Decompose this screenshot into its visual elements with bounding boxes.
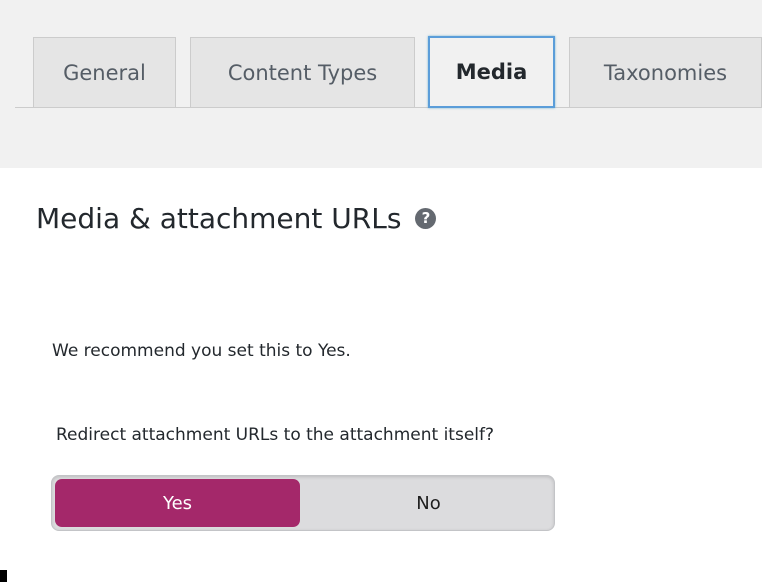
tabs-underline	[15, 107, 762, 108]
question-mark-icon[interactable]: ?	[415, 208, 437, 229]
redirect-question-label: Redirect attachment URLs to the attachme…	[56, 425, 495, 445]
redirect-attachment-toggle[interactable]: Yes No	[51, 475, 555, 531]
recommendation-text: We recommend you set this to Yes.	[52, 341, 351, 361]
tab-content-types[interactable]: Content Types	[190, 37, 415, 107]
tab-taxonomies[interactable]: Taxonomies	[569, 37, 762, 107]
tab-media[interactable]: Media	[428, 36, 555, 108]
tab-general[interactable]: General	[33, 37, 176, 107]
section-heading: Media & attachment URLs ?	[36, 202, 437, 235]
section-title: Media & attachment URLs	[36, 202, 402, 235]
toggle-option-yes[interactable]: Yes	[55, 479, 300, 527]
edge-artifact	[0, 570, 7, 582]
toggle-option-no[interactable]: No	[306, 479, 551, 527]
